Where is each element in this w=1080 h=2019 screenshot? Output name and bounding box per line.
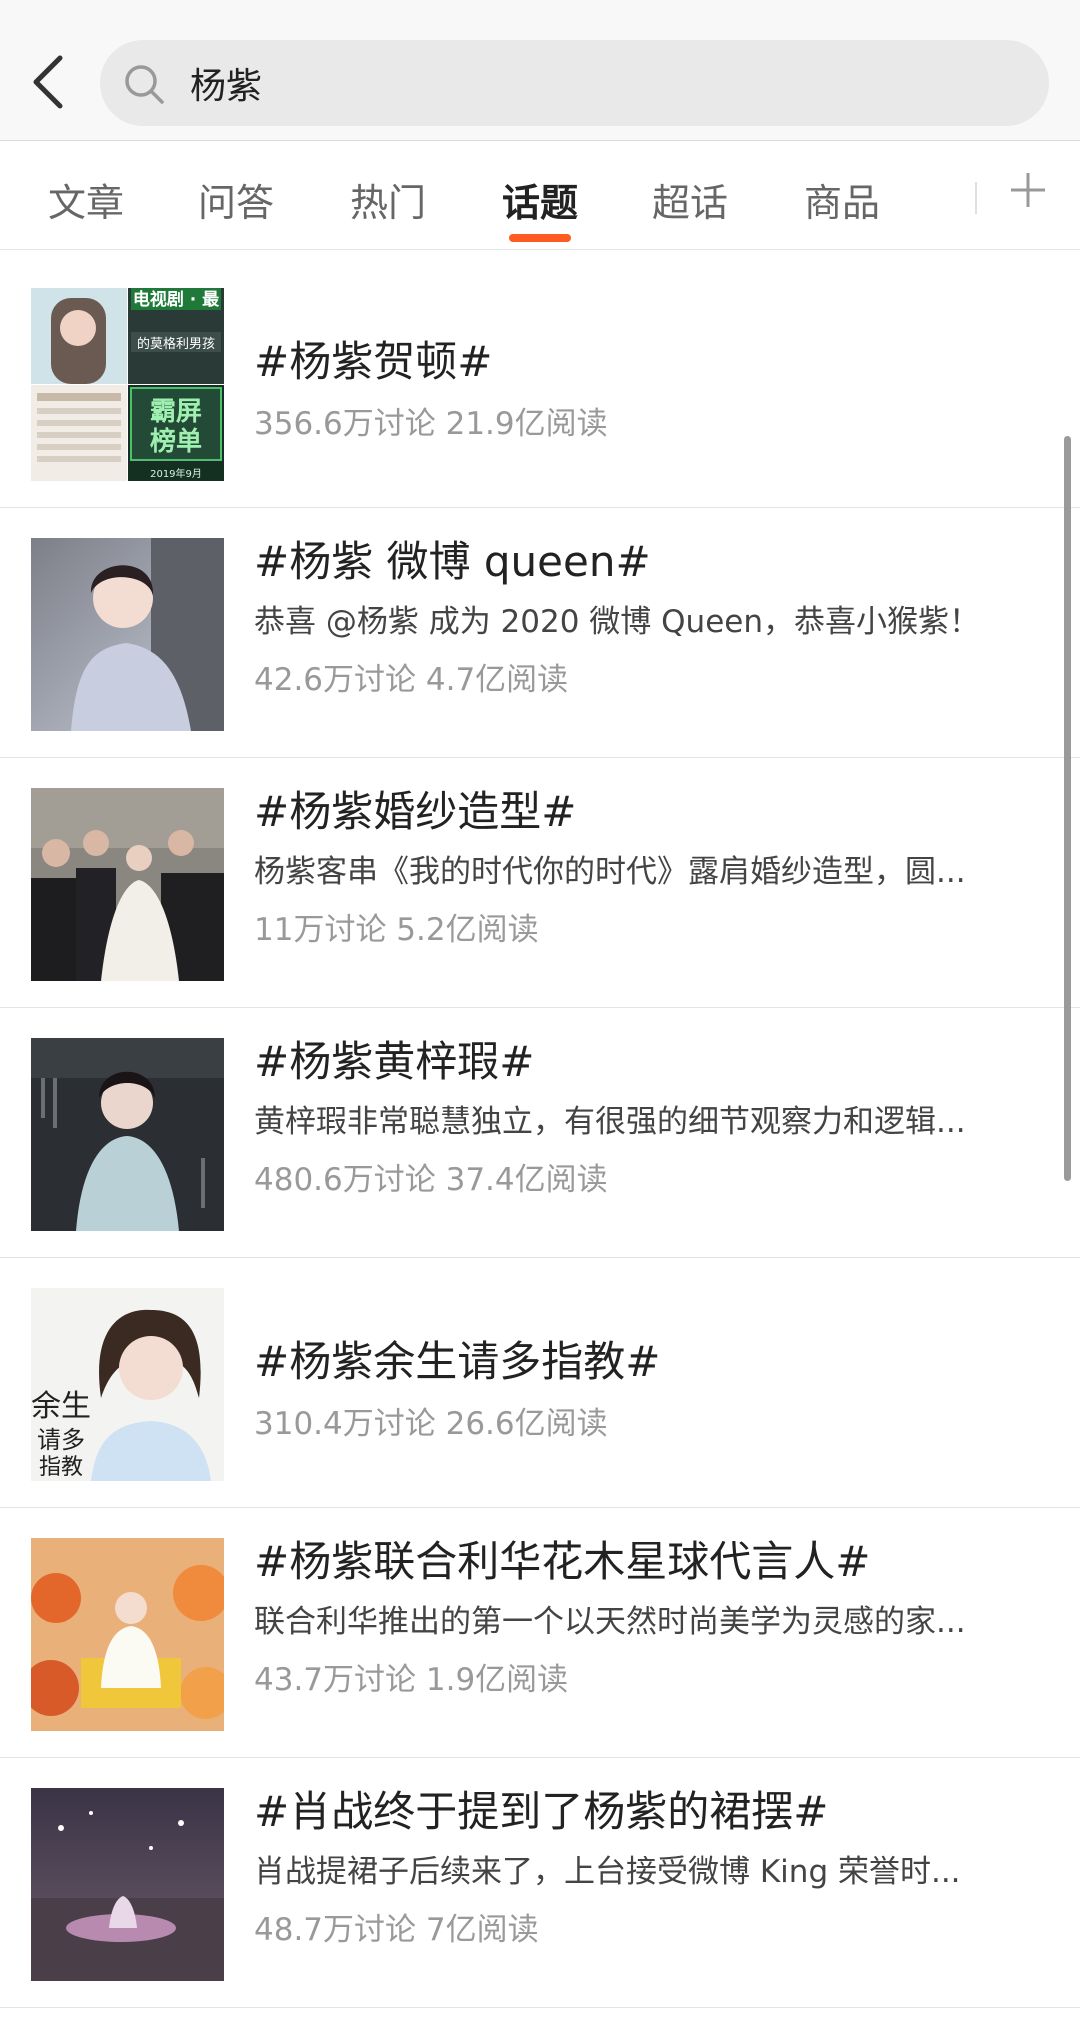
topic-stats: 310.4万讨论 26.6亿阅读	[254, 1406, 608, 1442]
topic-description: 肖战提裙子后续来了，上台接受微博 King 荣誉时...	[254, 1854, 961, 1890]
top-bar	[0, 0, 1080, 141]
topic-item[interactable]: #肖战终于提到了杨紫的裙摆# 肖战提裙子后续来了，上台接受微博 King 荣誉时…	[0, 1758, 1080, 2008]
topic-item[interactable]: #杨紫 微博 queen# 恭喜 @杨紫 成为 2020 微博 Queen，恭喜…	[0, 508, 1080, 758]
scrollbar[interactable]	[1064, 436, 1071, 1181]
thumb-caption: 的莫格利男孩	[137, 336, 215, 352]
tab-articles[interactable]: 文章	[48, 172, 124, 225]
search-icon	[125, 65, 164, 104]
thumb-caption: 请多	[37, 1426, 85, 1454]
tab-qa[interactable]: 问答	[198, 172, 274, 225]
thumb-caption: 霸屏	[150, 397, 202, 427]
topic-description: 联合利华推出的第一个以天然时尚美学为灵感的家...	[254, 1604, 966, 1640]
thumb-caption: 电视剧 · 最	[133, 289, 220, 310]
search-input[interactable]	[190, 54, 1010, 112]
topic-description: 杨紫客串《我的时代你的时代》露肩婚纱造型，圆...	[254, 854, 966, 890]
chevron-left-icon	[33, 55, 63, 109]
tab-super-topics[interactable]: 超话	[652, 172, 728, 225]
topic-title: #杨紫联合利华花木星球代言人#	[254, 1537, 871, 1586]
tab-topics[interactable]: 话题	[502, 172, 578, 225]
thumb-caption: 2019年9月	[150, 467, 202, 480]
plus-icon	[1011, 173, 1045, 207]
topic-stats: 480.6万讨论 37.4亿阅读	[254, 1162, 608, 1198]
topic-item[interactable]: #杨紫黄梓瑕# 黄梓瑕非常聪慧独立，有很强的细节观察力和逻辑... 480.6万…	[0, 1008, 1080, 1258]
topic-stats: 48.7万讨论 7亿阅读	[254, 1912, 539, 1948]
thumb-caption: 余生	[31, 1389, 91, 1424]
topic-stats: 42.6万讨论 4.7亿阅读	[254, 662, 569, 698]
topic-title: #肖战终于提到了杨紫的裙摆#	[254, 1787, 829, 1836]
topic-thumbnail: 电视剧 · 最 的莫格利男孩 霸屏 榜单 2019年9月	[31, 288, 224, 481]
topic-thumbnail	[31, 1038, 224, 1231]
tab-hot[interactable]: 热门	[350, 172, 426, 225]
topic-thumbnail: 余生 请多 指教	[31, 1288, 224, 1481]
topic-stats: 356.6万讨论 21.9亿阅读	[254, 406, 608, 442]
topic-list: 电视剧 · 最 的莫格利男孩 霸屏 榜单 2019年9月 #杨紫贺顿# 356.…	[0, 258, 1080, 2008]
topic-item[interactable]: #杨紫婚纱造型# 杨紫客串《我的时代你的时代》露肩婚纱造型，圆... 11万讨论…	[0, 758, 1080, 1008]
topic-stats: 43.7万讨论 1.9亿阅读	[254, 1662, 569, 1698]
search-bar[interactable]	[100, 40, 1049, 126]
thumb-caption: 榜单	[150, 426, 202, 457]
topic-thumbnail	[31, 1788, 224, 1981]
thumb-caption: 指教	[39, 1455, 83, 1480]
topic-description: 恭喜 @杨紫 成为 2020 微博 Queen，恭喜小猴紫！	[254, 604, 981, 640]
topic-title: #杨紫贺顿#	[254, 337, 493, 386]
topic-item[interactable]: 电视剧 · 最 的莫格利男孩 霸屏 榜单 2019年9月 #杨紫贺顿# 356.…	[0, 258, 1080, 508]
tab-divider	[975, 182, 977, 214]
active-tab-indicator	[509, 234, 571, 242]
topic-title: #杨紫婚纱造型#	[254, 787, 577, 836]
topic-title: #杨紫黄梓瑕#	[254, 1037, 535, 1086]
tab-bar: 文章 问答 热门 话题 超话 商品	[0, 142, 1080, 250]
topic-stats: 11万讨论 5.2亿阅读	[254, 912, 539, 948]
back-button[interactable]	[28, 52, 72, 112]
topic-thumbnail	[31, 788, 224, 981]
topic-title: #杨紫余生请多指教#	[254, 1337, 661, 1386]
topic-thumbnail	[31, 1538, 224, 1731]
topic-item[interactable]: 余生 请多 指教 #杨紫余生请多指教# 310.4万讨论 26.6亿阅读	[0, 1258, 1080, 1508]
topic-thumbnail	[31, 538, 224, 731]
topic-title: #杨紫 微博 queen#	[254, 537, 651, 586]
topic-item[interactable]: #杨紫联合利华花木星球代言人# 联合利华推出的第一个以天然时尚美学为灵感的家..…	[0, 1508, 1080, 1758]
tab-products[interactable]: 商品	[804, 172, 880, 225]
add-tab-button[interactable]	[1008, 170, 1048, 210]
topic-description: 黄梓瑕非常聪慧独立，有很强的细节观察力和逻辑...	[254, 1104, 966, 1140]
